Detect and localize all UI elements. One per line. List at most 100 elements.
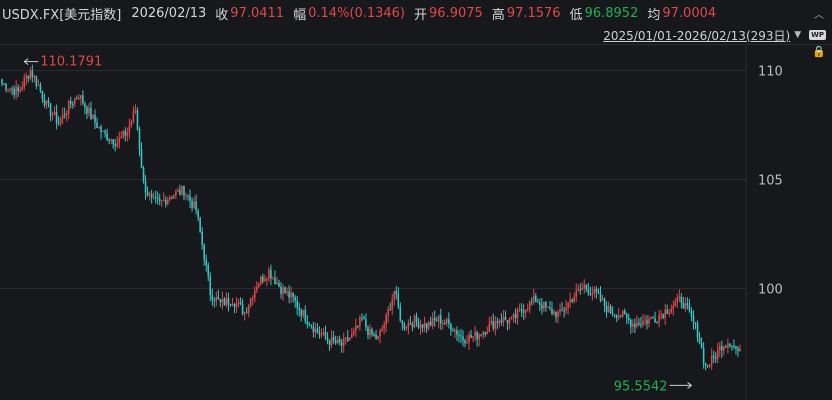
- candle-body: [241, 304, 244, 315]
- candle-body: [524, 309, 527, 313]
- candle-body: [377, 335, 379, 339]
- candle-body: [658, 315, 660, 323]
- candle-body: [718, 346, 721, 350]
- candle-body: [199, 217, 201, 232]
- candle-body: [579, 289, 582, 291]
- candle-body: [514, 314, 517, 319]
- candle-body: [249, 298, 252, 306]
- candle-body: [652, 317, 654, 319]
- candle-body: [670, 308, 673, 313]
- candle-body: [142, 168, 145, 182]
- candle-body: [55, 112, 58, 124]
- candle-body: [229, 304, 232, 306]
- candle-body: [589, 293, 592, 295]
- candle-body: [688, 305, 691, 311]
- candle-body: [423, 323, 426, 328]
- candle-body: [286, 291, 288, 293]
- candle-body: [599, 292, 602, 301]
- candle-body: [393, 291, 396, 300]
- candle-body: [219, 299, 222, 303]
- candle-body: [346, 337, 349, 341]
- candle-body: [650, 317, 652, 319]
- candle-body: [158, 199, 161, 201]
- candle-body: [526, 309, 529, 311]
- candle-body: [601, 298, 604, 301]
- candle-body: [276, 282, 278, 285]
- candle-body: [444, 322, 446, 324]
- candle-body: [84, 103, 86, 108]
- candle-body: [644, 320, 646, 322]
- candle-body: [253, 290, 256, 299]
- candle-body: [122, 130, 125, 137]
- candle-body: [405, 327, 408, 329]
- candle-body: [245, 312, 248, 314]
- candle-body: [274, 277, 276, 285]
- candle-body: [660, 314, 662, 316]
- candle-body: [304, 309, 307, 322]
- candle-body: [336, 339, 339, 344]
- candle-body: [132, 111, 135, 122]
- candle-body: [543, 302, 545, 309]
- candle-body: [298, 307, 301, 310]
- candle-body: [729, 343, 731, 346]
- candle-body: [23, 78, 26, 88]
- candle-body: [363, 317, 365, 320]
- candle-body: [27, 76, 30, 79]
- candle-body: [138, 128, 141, 150]
- candle-body: [264, 279, 266, 282]
- candle-body: [88, 108, 90, 114]
- candle-body: [31, 70, 34, 78]
- candle-body: [320, 334, 323, 336]
- candle-body: [605, 305, 608, 313]
- candle-body: [146, 192, 149, 196]
- candle-body: [282, 287, 284, 294]
- candle-body: [215, 297, 218, 301]
- candle-body: [330, 337, 333, 345]
- candle-body: [573, 296, 576, 302]
- candle-body: [634, 323, 636, 327]
- candle-body: [19, 89, 21, 92]
- candle-body: [399, 306, 402, 321]
- candle-body: [96, 122, 98, 128]
- candle-body: [692, 316, 695, 323]
- candle-body: [126, 132, 129, 136]
- price-chart[interactable]: 100 105 110 110.1791 95.5542: [0, 0, 832, 400]
- candle-body: [152, 196, 155, 198]
- candle-body: [530, 301, 533, 303]
- y-tick-label: 100: [758, 283, 783, 298]
- candle-body: [239, 302, 242, 305]
- candle-body: [314, 328, 317, 333]
- candle-body: [716, 349, 719, 359]
- candle-body: [162, 199, 165, 201]
- candle-body: [272, 277, 274, 279]
- candle-body: [73, 98, 76, 104]
- candle-body: [148, 194, 151, 196]
- candle-body: [344, 337, 347, 339]
- candle-body: [466, 342, 468, 344]
- candle-body: [114, 144, 117, 147]
- candle-body: [379, 330, 381, 336]
- candle-body: [690, 310, 693, 317]
- candle-body: [312, 326, 315, 333]
- candle-body: [11, 88, 13, 90]
- candle-body: [209, 276, 212, 296]
- candle-body: [90, 108, 92, 120]
- candle-body: [15, 87, 17, 95]
- candle-body: [502, 317, 505, 323]
- candle-body: [185, 195, 187, 197]
- candle-body: [47, 100, 50, 104]
- candle-body: [195, 201, 197, 211]
- candle-body: [539, 302, 541, 305]
- candle-body: [712, 355, 715, 358]
- candle-body: [128, 126, 131, 133]
- candle-body: [510, 316, 513, 320]
- candle-body: [100, 126, 102, 132]
- candle-body: [456, 330, 458, 335]
- candle-body: [53, 112, 56, 115]
- candle-body: [51, 114, 54, 116]
- candle-body: [559, 309, 561, 312]
- candle-body: [160, 200, 163, 202]
- candle-body: [555, 311, 557, 318]
- candle-body: [597, 292, 600, 294]
- candle-body: [680, 296, 683, 304]
